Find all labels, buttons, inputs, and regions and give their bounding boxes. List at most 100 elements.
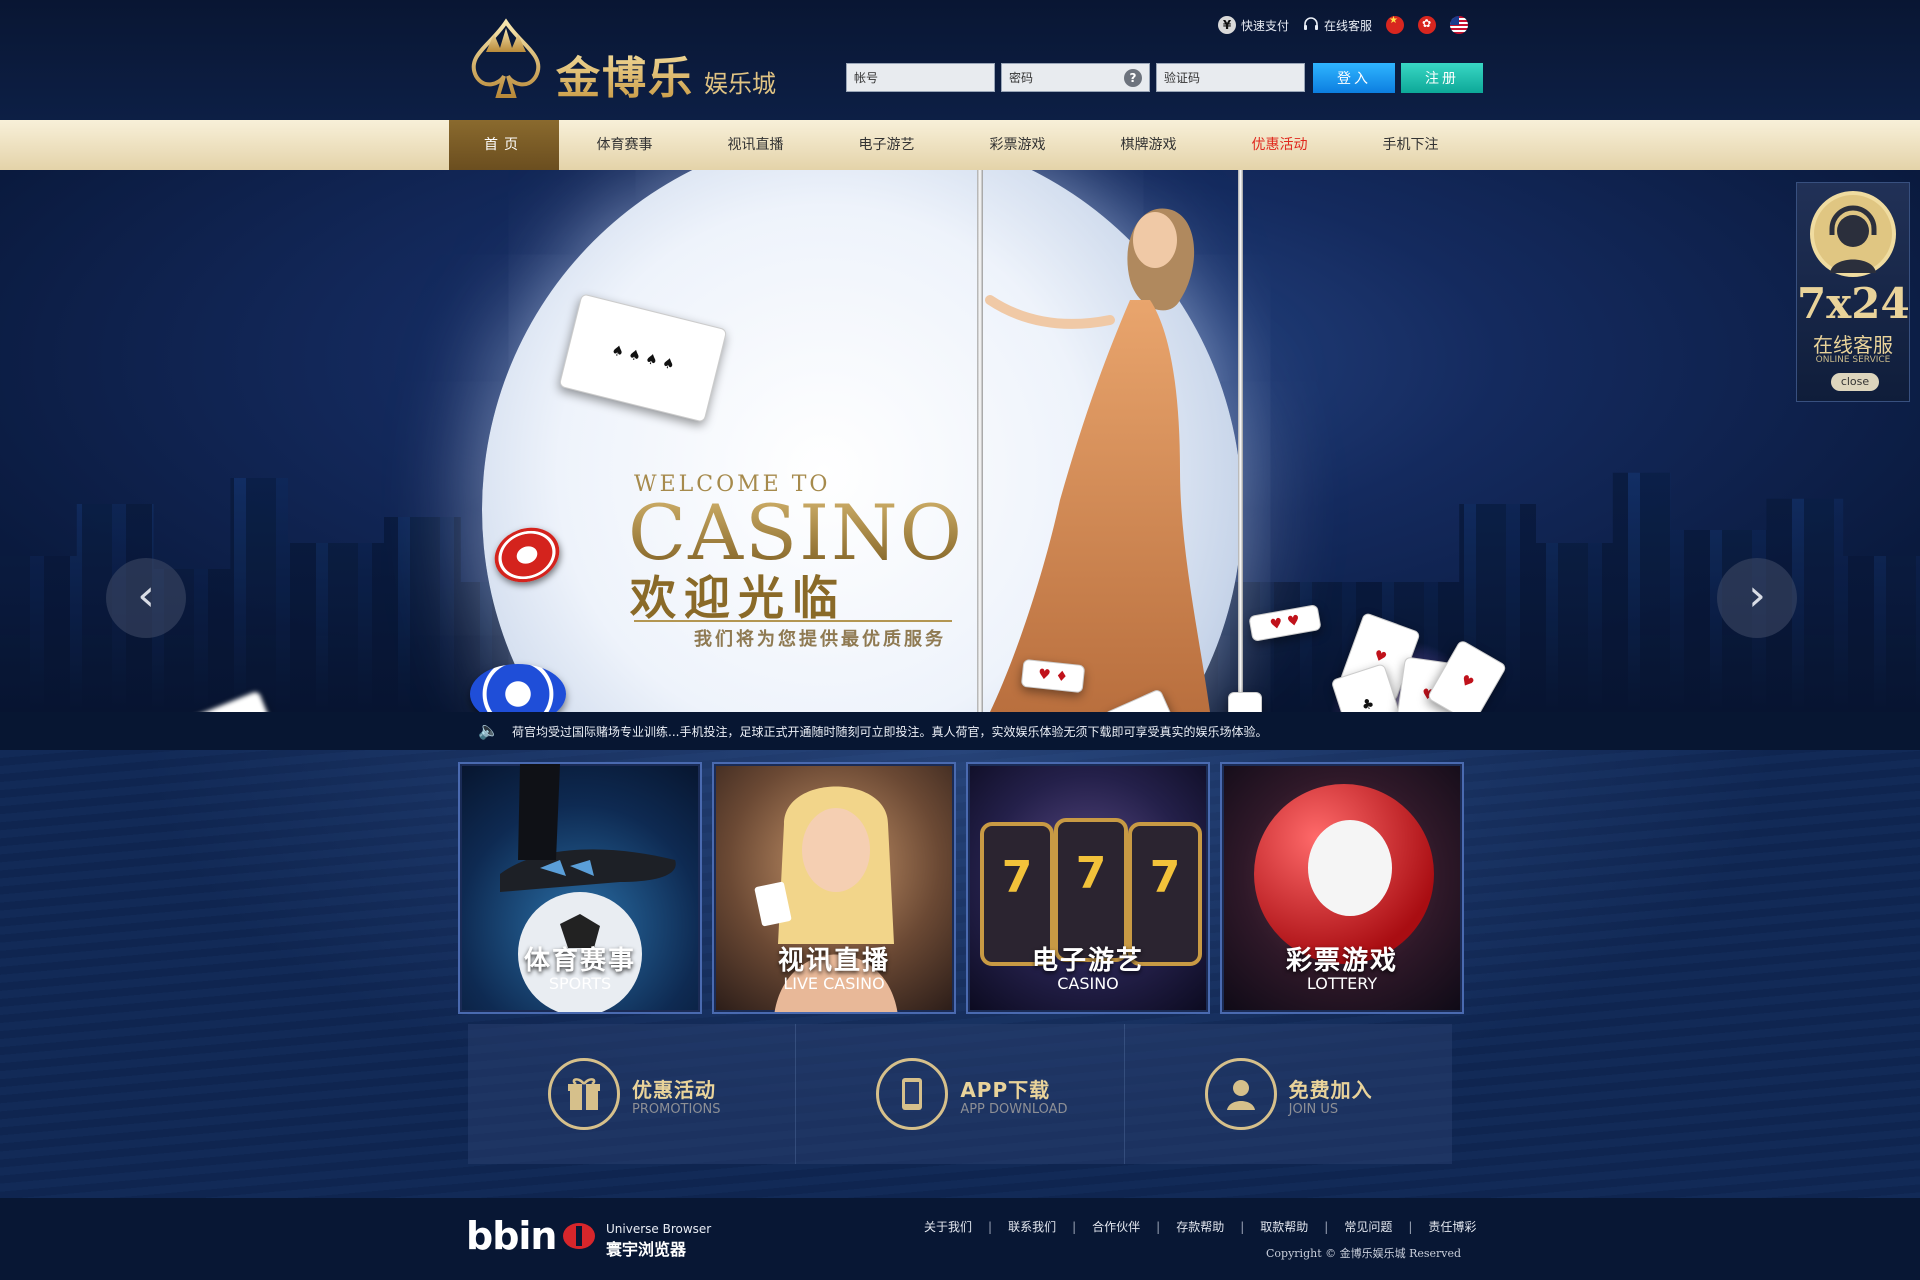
footer-separator: |	[1408, 1219, 1413, 1234]
footer-link-withdraw-help[interactable]: 取款帮助	[1260, 1218, 1308, 1235]
usa-flag-icon[interactable]	[1450, 16, 1469, 34]
main-content: 体育赛事 SPORTS 视讯直播 LIVE CASINO 7 7 7 电子游艺	[0, 750, 1920, 1198]
tile-sports[interactable]: 体育赛事 SPORTS	[458, 762, 702, 1014]
service-title: 在线客服	[1813, 333, 1893, 357]
spade-crown-logo-icon	[471, 18, 541, 98]
agent-headset-icon	[1829, 205, 1877, 273]
service-hours: 7x24	[1797, 279, 1910, 328]
online-support-link[interactable]: 在线客服	[1303, 17, 1372, 34]
quick-pay-label: 快速支付	[1241, 18, 1290, 33]
speaker-icon: 🔈	[478, 721, 500, 741]
service-subtitle: ONLINE SERVICE	[1815, 355, 1891, 365]
footer-link-responsible-gaming[interactable]: 责任博彩	[1428, 1218, 1476, 1235]
nav-item-home[interactable]: 首页	[449, 120, 559, 170]
tile-live-cn: 视讯直播	[777, 946, 890, 976]
top-links: ¥ 快速支付 在线客服	[1218, 16, 1469, 34]
footer-link-contact[interactable]: 联系我们	[1008, 1218, 1056, 1235]
game-tiles: 体育赛事 SPORTS 视讯直播 LIVE CASINO 7 7 7 电子游艺	[458, 762, 1464, 1014]
footer-link-deposit-help[interactable]: 存款帮助	[1176, 1218, 1224, 1235]
nav-item-electronic[interactable]: 电子游艺	[821, 120, 952, 170]
prev-slide-arrow-icon[interactable]: ‹	[106, 558, 186, 638]
yen-coin-icon: ¥	[1218, 16, 1236, 34]
nav-item-sports[interactable]: 体育赛事	[559, 120, 690, 170]
feature-app-en: APP DOWNLOAD	[960, 1102, 1068, 1117]
logo-sub-text: 娱乐城	[704, 70, 776, 98]
gift-icon	[548, 1058, 620, 1130]
notice-bar: 🔈 荷官均受过国际赌场专业训练...手机投注，足球正式开通随时随刻可立即投注。真…	[0, 712, 1920, 750]
universe-browser-logo-icon	[563, 1223, 595, 1249]
tile-lottery-cn: 彩票游戏	[1285, 946, 1398, 976]
tile-live-en: LIVE CASINO	[783, 974, 885, 993]
svg-text:7: 7	[1002, 852, 1033, 903]
account-input[interactable]	[846, 63, 995, 92]
hongkong-flag-icon[interactable]	[1418, 16, 1437, 34]
group-users-icon	[1226, 1080, 1255, 1110]
copyright-text: Copyright © 金博乐娱乐城 Reserved	[1266, 1247, 1462, 1260]
nav-item-promotions[interactable]: 优惠活动	[1214, 120, 1345, 170]
marquee-text: 荷官均受过国际赌场专业训练...手机投注，足球正式开通随时随刻可立即投注。真人荷…	[512, 725, 1268, 739]
footer-separator: |	[1324, 1219, 1329, 1234]
feature-app-cn: APP下载	[960, 1078, 1051, 1102]
next-slide-arrow-icon[interactable]: ›	[1717, 558, 1797, 638]
service-close-button[interactable]: close	[1831, 373, 1879, 391]
headset-icon	[1304, 17, 1319, 30]
login-button[interactable]: 登入	[1313, 63, 1395, 93]
tile-sports-en: SPORTS	[548, 974, 612, 993]
quick-pay-link[interactable]: ¥ 快速支付	[1218, 16, 1289, 34]
nav-item-live[interactable]: 视讯直播	[690, 120, 821, 170]
feature-promotions-cn: 优惠活动	[632, 1078, 716, 1102]
feature-app-download[interactable]: APP下载 APP DOWNLOAD	[796, 1024, 1125, 1164]
users-icon	[1204, 1058, 1277, 1130]
nav-item-chess[interactable]: 棋牌游戏	[1083, 120, 1214, 170]
nav-items: 首页 体育赛事 视讯直播 电子游艺 彩票游戏 棋牌游戏 优惠活动 手机下注	[449, 120, 1476, 170]
feature-promotions[interactable]: 优惠活动 PROMOTIONS	[468, 1024, 797, 1164]
site-logo[interactable]: 金博乐 娱乐城	[460, 12, 790, 108]
online-service-widget[interactable]: 7x24 在线客服 ONLINE SERVICE close	[1796, 182, 1910, 402]
bbin-logo: bbin	[466, 1214, 557, 1258]
gift-box-icon	[568, 1078, 600, 1110]
main-nav: 首页 体育赛事 视讯直播 电子游艺 彩票游戏 棋牌游戏 优惠活动 手机下注	[0, 120, 1920, 170]
footer-separator: |	[1072, 1219, 1077, 1234]
feature-bar: 优惠活动 PROMOTIONS APP下载 APP DOWNLOAD 免费加入 …	[468, 1024, 1452, 1164]
tile-lottery-en: LOTTERY	[1306, 974, 1378, 993]
tile-casino-cn: 电子游艺	[1031, 946, 1144, 976]
svg-text:7: 7	[1150, 852, 1181, 903]
feature-promotions-en: PROMOTIONS	[632, 1102, 721, 1117]
footer: bbin Universe Browser 寰宇浏览器 关于我们 | 联系我们 …	[0, 1198, 1920, 1280]
footer-link-faq[interactable]: 常见问题	[1344, 1218, 1392, 1235]
nav-item-mobile[interactable]: 手机下注	[1345, 120, 1476, 170]
playing-card: ♣	[1228, 692, 1262, 712]
tile-casino[interactable]: 7 7 7 电子游艺 CASINO	[966, 762, 1210, 1014]
support-agent-icon	[1810, 191, 1896, 277]
feature-join-cn: 免费加入	[1288, 1078, 1373, 1102]
footer-link-partners[interactable]: 合作伙伴	[1092, 1218, 1140, 1235]
footer-separator: |	[988, 1219, 993, 1234]
password-wrapper: ?	[1001, 63, 1150, 93]
password-help-icon[interactable]: ?	[1124, 69, 1142, 87]
footer-links: 关于我们 | 联系我们 | 合作伙伴 | 存款帮助 | 取款帮助 | 常见问题 …	[924, 1218, 1476, 1235]
register-button[interactable]: 注册	[1401, 63, 1483, 93]
hero-banner[interactable]: ♠ ♠ ♠ ♠ ♦ ♦ ♦ ♦ WELCOME TO CASINO 欢迎光临 我…	[0, 170, 1920, 712]
captcha-input[interactable]	[1156, 63, 1305, 92]
feature-join-en: JOIN US	[1288, 1102, 1339, 1117]
tile-live-casino[interactable]: 视讯直播 LIVE CASINO	[712, 762, 956, 1014]
login-form: ? 登入 注册	[846, 63, 1483, 93]
feature-join[interactable]: 免费加入 JOIN US	[1125, 1024, 1452, 1164]
nav-item-lottery[interactable]: 彩票游戏	[952, 120, 1083, 170]
logo-main-text: 金博乐	[556, 42, 694, 106]
svg-text:7: 7	[1076, 848, 1107, 899]
footer-separator: |	[1240, 1219, 1245, 1234]
phone-icon	[876, 1058, 949, 1130]
header: 金博乐 娱乐城 ¥ 快速支付 在线客服 ? 登入 注册	[0, 0, 1920, 120]
china-flag-icon[interactable]	[1386, 16, 1405, 34]
browser-name-en: Universe Browser	[606, 1222, 712, 1236]
footer-separator: |	[1156, 1219, 1161, 1234]
online-support-label: 在线客服	[1324, 18, 1373, 33]
browser-name-cn: 寰宇浏览器	[606, 1240, 687, 1259]
tile-sports-cn: 体育赛事	[523, 946, 636, 976]
model-illustration	[985, 208, 1210, 712]
mobile-phone-icon	[902, 1078, 923, 1110]
welcome-cn-text: 欢迎光临	[630, 571, 846, 625]
footer-link-about[interactable]: 关于我们	[924, 1218, 972, 1235]
tile-lottery[interactable]: 彩票游戏 LOTTERY	[1220, 762, 1464, 1014]
